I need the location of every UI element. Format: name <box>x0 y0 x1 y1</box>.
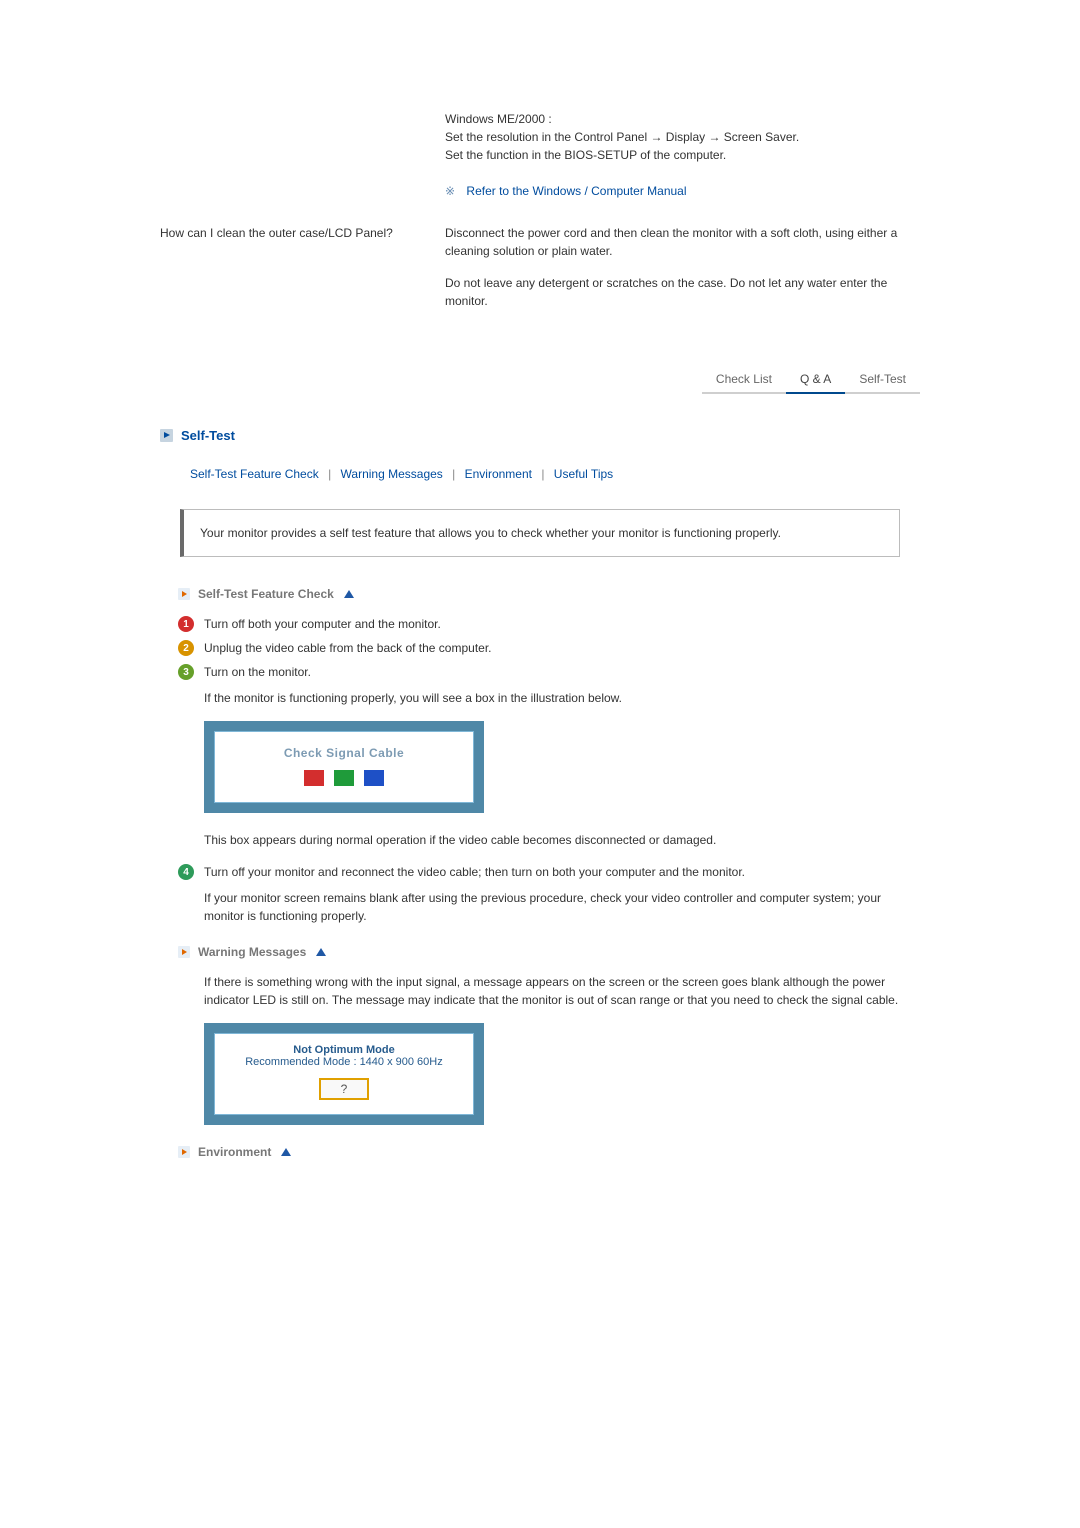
subsection-environment: Environment <box>198 1145 271 1159</box>
back-to-top-link[interactable] <box>342 587 354 601</box>
link-self-test-feature-check[interactable]: Self-Test Feature Check <box>190 467 319 481</box>
step-text: Turn off both your computer and the moni… <box>204 615 920 633</box>
reference-icon: ※ <box>445 184 455 198</box>
tab-check-list[interactable]: Check List <box>702 370 786 394</box>
question-mark-button: ? <box>319 1078 370 1100</box>
step-text: Turn off your monitor and reconnect the … <box>204 863 920 881</box>
step-after-note: If your monitor screen remains blank aft… <box>204 889 920 925</box>
link-useful-tips[interactable]: Useful Tips <box>554 467 613 481</box>
tab-self-test[interactable]: Self-Test <box>845 370 920 394</box>
answer-text: Windows ME/2000 : <box>445 112 552 126</box>
step-number-3: 3 <box>178 664 194 680</box>
step-text: Unplug the video cable from the back of … <box>204 639 920 657</box>
color-square-green <box>334 770 354 786</box>
tab-bar: Check List Q & A Self-Test <box>702 370 920 394</box>
intro-box: Your monitor provides a self test featur… <box>180 509 900 557</box>
tab-qa[interactable]: Q & A <box>786 370 845 394</box>
color-square-red <box>304 770 324 786</box>
chevron-up-icon <box>281 1148 291 1156</box>
play-icon <box>178 946 190 958</box>
back-to-top-link[interactable] <box>279 1145 291 1159</box>
answer-text: Set the function in the BIOS-SETUP of th… <box>445 148 726 162</box>
signal-label: Check Signal Cable <box>225 746 463 760</box>
play-icon <box>178 588 190 600</box>
step-number-1: 1 <box>178 616 194 632</box>
check-signal-illustration: Check Signal Cable <box>204 721 484 813</box>
chevron-up-icon <box>316 948 326 956</box>
step-text: Turn on the monitor. <box>204 663 920 681</box>
link-warning-messages[interactable]: Warning Messages <box>341 467 443 481</box>
play-icon <box>160 429 173 442</box>
step-after-note: This box appears during normal operation… <box>204 831 920 849</box>
not-optimum-illustration: Not Optimum Mode Recommended Mode : 1440… <box>204 1023 484 1125</box>
mode-line-2: Recommended Mode : 1440 x 900 60Hz <box>225 1056 463 1068</box>
mode-line-1: Not Optimum Mode <box>225 1044 463 1056</box>
section-title: Self-Test <box>181 428 235 443</box>
chevron-up-icon <box>344 590 354 598</box>
question-text: How can I clean the outer case/LCD Panel… <box>160 224 445 324</box>
step-number-2: 2 <box>178 640 194 656</box>
answer-text: Disconnect the power cord and then clean… <box>445 224 920 260</box>
subsection-self-test-feature-check: Self-Test Feature Check <box>198 587 334 601</box>
warning-paragraph: If there is something wrong with the inp… <box>204 973 920 1009</box>
subsection-warning-messages: Warning Messages <box>198 945 306 959</box>
answer-text: Do not leave any detergent or scratches … <box>445 274 920 310</box>
step-number-4: 4 <box>178 864 194 880</box>
link-environment[interactable]: Environment <box>465 467 532 481</box>
answer-text: Set the resolution in the Control Panel … <box>445 130 799 144</box>
step-note: If the monitor is functioning properly, … <box>204 689 920 707</box>
manual-reference-link[interactable]: Refer to the Windows / Computer Manual <box>466 184 686 198</box>
color-square-blue <box>364 770 384 786</box>
play-icon <box>178 1146 190 1158</box>
back-to-top-link[interactable] <box>314 945 326 959</box>
